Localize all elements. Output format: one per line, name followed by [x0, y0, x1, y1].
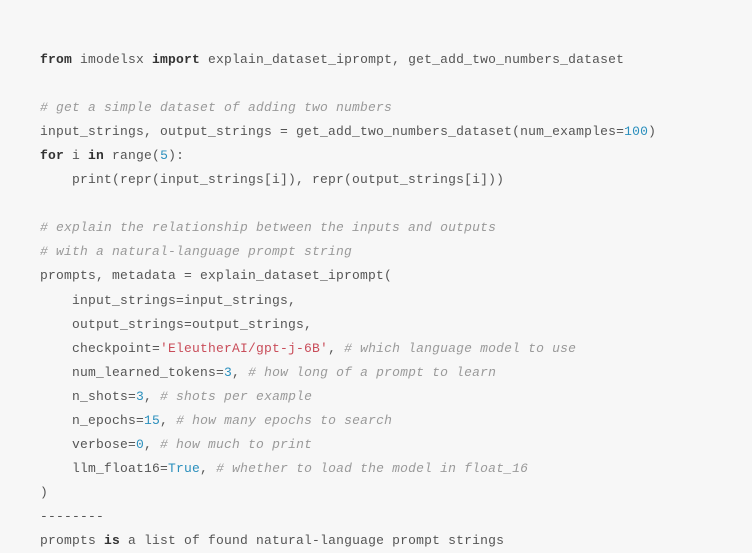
comment: # explain the relationship between the i… [40, 220, 496, 235]
comment: # get a simple dataset of adding two num… [40, 100, 392, 115]
keyword-in: in [88, 148, 104, 163]
module-name: imodelsx [72, 52, 152, 67]
code-line: input_strings=input_strings, [40, 293, 296, 308]
comma: , [160, 413, 176, 428]
code-line: verbose= [40, 437, 136, 452]
colon: ): [168, 148, 184, 163]
comment: # shots per example [160, 389, 312, 404]
code-line: checkpoint= [40, 341, 160, 356]
number-literal: 3 [136, 389, 144, 404]
code-block: from imodelsx import explain_dataset_ipr… [40, 24, 712, 553]
code-line: print(repr(input_strings[i]), repr(outpu… [40, 172, 504, 187]
comma: , [232, 365, 248, 380]
number-literal: 0 [136, 437, 144, 452]
keyword-from: from [40, 52, 72, 67]
code-line: num_learned_tokens= [40, 365, 224, 380]
divider: -------- [40, 509, 104, 524]
code-line: prompts, metadata = explain_dataset_ipro… [40, 268, 392, 283]
code-line: n_epochs= [40, 413, 144, 428]
string-literal: 'EleutherAI/gpt-j-6B' [160, 341, 328, 356]
comma: , [144, 389, 160, 404]
comma: , [144, 437, 160, 452]
paren: ) [40, 485, 48, 500]
number-literal: 15 [144, 413, 160, 428]
comment: # how many epochs to search [176, 413, 392, 428]
comment: # whether to load the model in float_16 [216, 461, 528, 476]
number-literal: 100 [624, 124, 648, 139]
comment: # with a natural-language prompt string [40, 244, 352, 259]
code-line: llm_float16= [40, 461, 168, 476]
output-text: a list of found natural-language prompt … [120, 533, 504, 548]
number-literal: 5 [160, 148, 168, 163]
comment: # how long of a prompt to learn [248, 365, 496, 380]
bool-literal: True [168, 461, 200, 476]
keyword-import: import [152, 52, 200, 67]
output-text: prompts [40, 533, 104, 548]
import-names: explain_dataset_iprompt, get_add_two_num… [200, 52, 624, 67]
comma: , [328, 341, 344, 356]
comment: # how much to print [160, 437, 312, 452]
code-line: n_shots= [40, 389, 136, 404]
range-call: range( [104, 148, 160, 163]
var: i [64, 148, 88, 163]
keyword-is: is [104, 533, 120, 548]
code-line: output_strings=output_strings, [40, 317, 312, 332]
paren: ) [648, 124, 656, 139]
code-line: input_strings, output_strings = get_add_… [40, 124, 624, 139]
comma: , [200, 461, 216, 476]
comment: # which language model to use [344, 341, 576, 356]
number-literal: 3 [224, 365, 232, 380]
keyword-for: for [40, 148, 64, 163]
